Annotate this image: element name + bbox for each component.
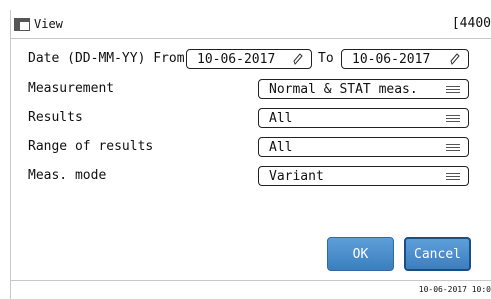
list-icon bbox=[446, 173, 460, 180]
list-icon bbox=[446, 144, 460, 151]
list-icon bbox=[446, 115, 460, 122]
cancel-button[interactable]: Cancel bbox=[404, 237, 471, 271]
window-title: View bbox=[34, 17, 63, 31]
results-value: All bbox=[269, 110, 293, 126]
ok-button[interactable]: OK bbox=[327, 237, 394, 271]
view-icon bbox=[14, 17, 30, 31]
list-icon bbox=[446, 86, 460, 93]
date-to-label: To bbox=[318, 51, 334, 66]
range-label: Range of results bbox=[28, 139, 154, 154]
footer-divider bbox=[10, 280, 491, 281]
range-select[interactable]: All bbox=[258, 137, 469, 157]
measurement-select[interactable]: Normal & STAT meas. bbox=[258, 79, 469, 99]
date-from-field[interactable]: 10-06-2017 bbox=[186, 49, 312, 69]
screen-code: [4400 bbox=[451, 16, 491, 31]
meas-mode-value: Variant bbox=[269, 168, 324, 184]
date-from-value: 10-06-2017 bbox=[197, 51, 276, 67]
meas-mode-label: Meas. mode bbox=[28, 168, 107, 183]
pencil-icon bbox=[293, 53, 303, 65]
left-border bbox=[10, 10, 11, 299]
measurement-label: Measurement bbox=[28, 81, 115, 96]
status-timestamp: 10-06-2017 10:0 bbox=[418, 285, 491, 294]
range-value: All bbox=[269, 139, 293, 155]
measurement-value: Normal & STAT meas. bbox=[269, 81, 418, 97]
date-to-field[interactable]: 10-06-2017 bbox=[341, 49, 469, 69]
results-select[interactable]: All bbox=[258, 108, 469, 128]
title-bar: View bbox=[10, 10, 491, 39]
date-label: Date (DD-MM-YY) From bbox=[28, 51, 185, 66]
view-screen: View [4400 Date (DD-MM-YY) From 10-06-20… bbox=[0, 0, 491, 299]
results-label: Results bbox=[28, 110, 83, 125]
meas-mode-select[interactable]: Variant bbox=[258, 166, 469, 186]
pencil-icon bbox=[450, 53, 460, 65]
date-to-value: 10-06-2017 bbox=[352, 51, 431, 67]
